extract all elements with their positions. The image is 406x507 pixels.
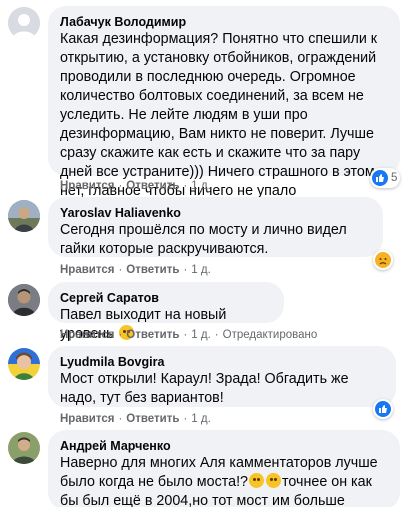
comment-bubble: Андрей Марченко Наверно для многих Аля к… (48, 430, 400, 507)
sad-icon (375, 252, 391, 268)
comment-author[interactable]: Сергей Саратов (60, 290, 272, 306)
profile-photo-icon (8, 432, 40, 464)
comment-actions: Нравится · Ответить · 1 д. (60, 180, 211, 192)
profile-photo-icon (8, 200, 40, 232)
comment-author[interactable]: Yaroslav Haliavenko (60, 205, 371, 221)
comment-actions: Нравится · Ответить · 1 д. (60, 413, 211, 425)
edited-label[interactable]: Отредактировано (223, 329, 318, 341)
avatar[interactable] (8, 284, 40, 316)
profile-photo-icon (8, 348, 40, 380)
comment-time[interactable]: 1 д. (191, 180, 211, 192)
like-button[interactable]: Нравится (60, 264, 114, 276)
comment-author[interactable]: Лабачук Володимир (60, 14, 388, 30)
comment-time[interactable]: 1 д. (191, 329, 211, 341)
like-icon (372, 170, 388, 186)
comment-bubble: Лабачук Володимир Какая дезинформация? П… (48, 6, 400, 199)
comment-bubble: Lyudmila Bovgira Мост открыли! Караул! З… (48, 346, 396, 407)
reaction-summary[interactable]: 5 (370, 168, 401, 188)
comment-time[interactable]: 1 д. (191, 264, 211, 276)
comment-text: Мост открыли! Караул! Зрада! Обгадить же… (60, 371, 353, 406)
comment-actions: Нравится · Ответить · 1 д. · Отредактировано (60, 329, 318, 341)
comment-time[interactable]: 1 д. (191, 413, 211, 425)
avatar[interactable] (8, 7, 40, 39)
reply-button[interactable]: Ответить (126, 413, 179, 425)
like-button[interactable]: Нравится (60, 329, 114, 341)
reaction-count: 5 (391, 172, 398, 184)
profile-photo-icon (8, 284, 40, 316)
default-avatar-icon (8, 7, 40, 39)
like-button[interactable]: Нравится (60, 413, 114, 425)
like-button[interactable]: Нравится (60, 180, 114, 192)
avatar[interactable] (8, 432, 40, 464)
like-icon (375, 401, 391, 417)
comment-bubble: Сергей Саратов Павел выходит на новый ур… (48, 282, 284, 342)
comment-text: Какая дезинформация? Понятно что спешили… (60, 31, 378, 199)
comment-bubble: Yaroslav Haliavenko Сегодня прошёлся по … (48, 197, 383, 257)
reply-button[interactable]: Ответить (126, 180, 179, 192)
comment-text: Сегодня прошёлся по мосту и лично видел … (60, 222, 351, 257)
reaction-summary[interactable] (373, 250, 393, 270)
rofl-emoji-icon (249, 473, 264, 488)
avatar[interactable] (8, 200, 40, 232)
comment-actions: Нравится · Ответить · 1 д. (60, 264, 211, 276)
reaction-summary[interactable] (373, 399, 393, 419)
comment-author[interactable]: Андрей Марченко (60, 438, 388, 454)
comment-text: Наверно для многих Аля камментаторов луч… (60, 455, 382, 507)
reply-button[interactable]: Ответить (126, 264, 179, 276)
avatar[interactable] (8, 348, 40, 380)
comment-author[interactable]: Lyudmila Bovgira (60, 354, 384, 370)
laughing-emoji-icon (266, 473, 281, 488)
reply-button[interactable]: Ответить (126, 329, 179, 341)
